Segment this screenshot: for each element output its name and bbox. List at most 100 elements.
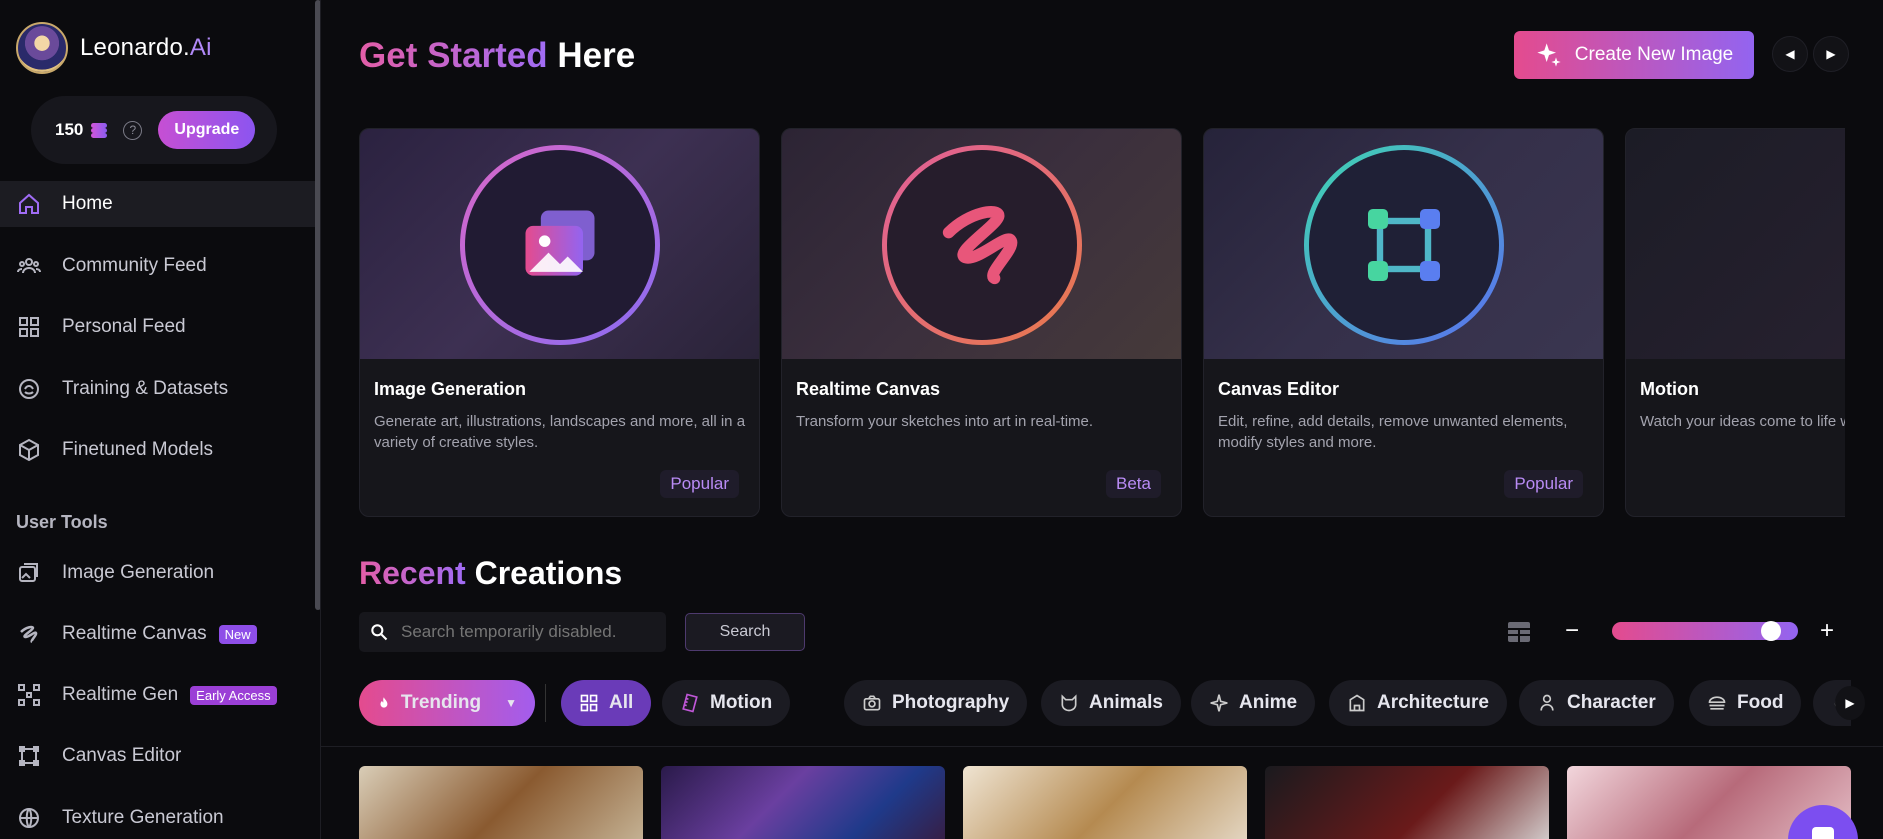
early-access-badge: Early Access: [190, 685, 277, 705]
upgrade-button[interactable]: Upgrade: [158, 111, 256, 149]
card-description: Transform your sketches into art in real…: [796, 413, 1094, 430]
gallery-thumbnail[interactable]: [963, 766, 1247, 839]
filter-chip-architecture[interactable]: Architecture: [1329, 680, 1507, 726]
app-root: Leonardo.Ai 150 ? Upgrade Home Community…: [0, 0, 1883, 839]
sidebar-item-label: Realtime Gen: [62, 684, 179, 705]
sidebar-item-realtime-canvas[interactable]: Realtime Canvas New: [0, 611, 316, 657]
card-image: [782, 129, 1181, 359]
sidebar-item-label: Personal Feed: [62, 316, 186, 337]
canvas-icon: [16, 743, 42, 769]
images-icon: [16, 560, 42, 586]
sparkle-icon: [1537, 43, 1561, 67]
zoom-slider-handle[interactable]: [1761, 621, 1781, 641]
card-image: [360, 129, 759, 359]
sidebar-item-label: Training & Datasets: [62, 378, 229, 399]
gallery-divider: [321, 746, 1883, 747]
sidebar: Leonardo.Ai 150 ? Upgrade Home Community…: [0, 0, 316, 839]
filter-chip-food[interactable]: Food: [1689, 680, 1802, 726]
training-icon: [16, 376, 42, 402]
status-badge: Beta: [1106, 470, 1161, 498]
help-icon[interactable]: ?: [123, 120, 143, 140]
sidebar-item-canvas-editor[interactable]: Canvas Editor: [0, 733, 316, 779]
sidebar-item-label: Texture Generation: [62, 807, 224, 828]
feature-card-realtime-canvas[interactable]: Realtime Canvas Transform your sketches …: [781, 128, 1182, 517]
user-avatar[interactable]: [16, 22, 68, 74]
feature-card-image-generation[interactable]: Image Generation Generate art, illustrat…: [359, 128, 760, 517]
sidebar-item-label: Image Generation: [62, 562, 215, 583]
layout-toggle-icon[interactable]: [1507, 621, 1531, 643]
chat-icon: [1812, 827, 1834, 839]
images-icon: [525, 210, 594, 276]
canvas-icon: [1367, 209, 1440, 281]
zoom-out-button[interactable]: −: [1560, 617, 1584, 645]
gallery-thumbnail[interactable]: [1265, 766, 1549, 839]
chip-divider: [545, 684, 546, 722]
brush-icon: [16, 621, 42, 647]
chevron-right-icon: ▶: [1826, 47, 1836, 61]
new-badge: New: [218, 624, 257, 644]
filter-chip-all[interactable]: All: [561, 680, 652, 726]
feature-card-canvas-editor[interactable]: Canvas Editor Edit, refine, add details,…: [1203, 128, 1604, 517]
carousel-next-button[interactable]: ▶: [1813, 36, 1849, 72]
filter-chip-anime[interactable]: Anime: [1191, 680, 1316, 726]
home-icon: [16, 191, 42, 217]
card-ring: [881, 145, 1082, 345]
sidebar-item-texture-generation[interactable]: Texture Generation: [0, 795, 316, 839]
status-badge: Popular: [1504, 470, 1583, 498]
carousel-prev-button[interactable]: ◀: [1772, 36, 1808, 72]
filter-chip-motion[interactable]: Motion: [662, 680, 791, 726]
page-title: Get Started Here: [359, 36, 636, 75]
card-ring: [1303, 145, 1504, 345]
sidebar-item-realtime-gen[interactable]: Realtime Gen Early Access: [0, 672, 316, 718]
sidebar-item-training[interactable]: Training & Datasets: [0, 366, 316, 412]
card-description: Watch your ideas come to life with gener…: [1640, 413, 1845, 430]
card-title: Realtime Canvas: [796, 379, 941, 399]
coins-icon: [91, 121, 109, 139]
feature-card-motion[interactable]: Motion Watch your ideas come to life wit…: [1625, 128, 1845, 517]
search-input[interactable]: [401, 622, 651, 642]
camera-icon: [863, 695, 881, 711]
sidebar-item-label: Community Feed: [62, 255, 207, 276]
sidebar-item-home[interactable]: Home: [0, 181, 316, 227]
gallery-thumbnail[interactable]: [359, 766, 643, 839]
cat-icon: [1061, 694, 1077, 712]
filter-chip-photography[interactable]: Photography: [844, 680, 1028, 726]
sidebar-item-label: Realtime Canvas: [62, 623, 207, 644]
search-button[interactable]: Search: [685, 613, 805, 651]
person-icon: [1540, 694, 1554, 711]
card-description: Generate art, illustrations, landscapes …: [374, 413, 746, 451]
film-icon: [682, 693, 698, 713]
gallery-thumbnail[interactable]: [661, 766, 945, 839]
zoom-slider[interactable]: [1612, 621, 1798, 641]
sidebar-item-image-generation[interactable]: Image Generation: [0, 550, 316, 596]
filter-chip-animals[interactable]: Animals: [1041, 680, 1181, 726]
texture-icon: [16, 805, 42, 831]
sidebar-item-label: Finetuned Models: [62, 439, 214, 460]
sidebar-item-finetuned-models[interactable]: Finetuned Models: [0, 427, 316, 473]
trending-dropdown[interactable]: Trending ▼: [359, 680, 535, 726]
card-title: Motion: [1640, 379, 1699, 399]
zoom-in-button[interactable]: +: [1815, 617, 1839, 645]
fire-icon: [380, 697, 388, 708]
sidebar-item-personal-feed[interactable]: Personal Feed: [0, 304, 316, 350]
feature-carousel: Image Generation Generate art, illustrat…: [359, 128, 1845, 518]
chevron-down-icon: ▼: [505, 696, 517, 710]
brand-logo-text: Leonardo.Ai: [80, 34, 212, 61]
sidebar-item-community-feed[interactable]: Community Feed: [0, 243, 316, 289]
brand[interactable]: Leonardo.Ai: [16, 22, 212, 74]
sidebar-item-label: Home: [62, 193, 113, 214]
chips-scroll-next-button[interactable]: ▶: [1835, 686, 1865, 720]
chevron-right-icon: ▶: [1845, 696, 1855, 710]
sparkle-icon: [1210, 694, 1228, 712]
section-title-user-tools: User Tools: [16, 512, 108, 532]
create-new-image-button[interactable]: Create New Image: [1514, 31, 1754, 79]
search-field[interactable]: [359, 612, 666, 652]
building-icon: [1349, 694, 1365, 712]
burger-icon: [1708, 696, 1726, 710]
chevron-left-icon: ◀: [1785, 47, 1795, 61]
realtime-gen-icon: [16, 682, 42, 708]
credits-panel: 150 ? Upgrade: [31, 96, 277, 164]
cube-icon: [16, 437, 42, 463]
filter-chip-character[interactable]: Character: [1519, 680, 1674, 726]
section-title-recent-creations: Recent Creations: [359, 555, 623, 591]
